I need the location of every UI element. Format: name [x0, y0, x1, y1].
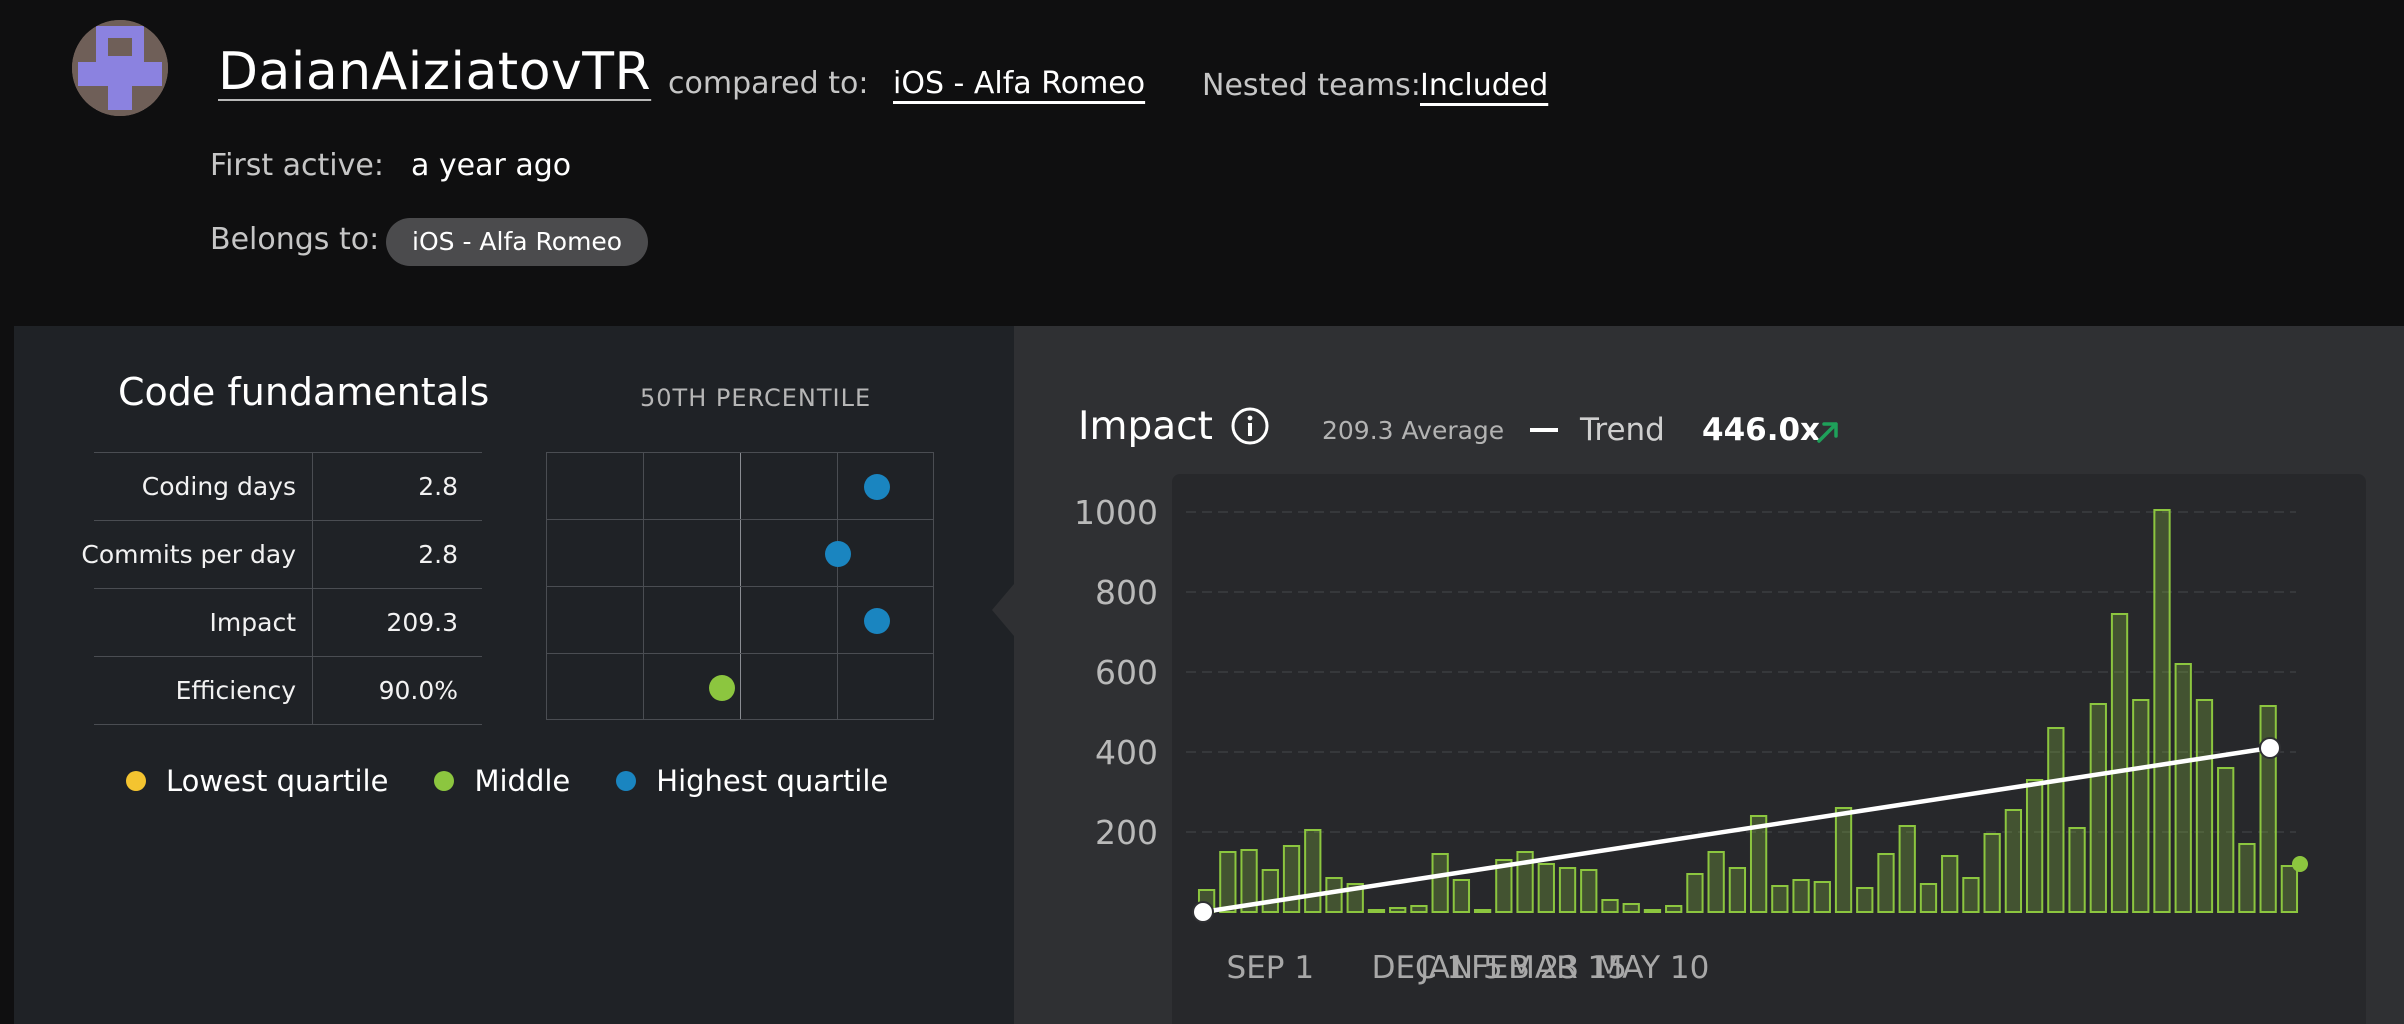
metric-name: Efficiency — [175, 676, 296, 705]
impact-plot-area — [1172, 474, 2366, 1024]
metric-value: 2.8 — [418, 472, 458, 501]
legend-dot-icon — [126, 771, 146, 791]
legend-label: Lowest quartile — [166, 764, 389, 798]
legend-label: Middle — [474, 764, 571, 798]
compared-to-link[interactable]: iOS - Alfa Romeo — [893, 66, 1145, 101]
legend-dot-icon — [616, 771, 637, 791]
percentile-dot — [863, 473, 890, 500]
trend-label: Trend — [1580, 412, 1665, 448]
metric-row: Coding days 2.8 — [94, 452, 482, 520]
percentile-grid — [546, 452, 934, 720]
avatar-pattern-icon — [72, 20, 168, 116]
trend-line-swatch — [1530, 428, 1558, 432]
belongs-to-label: Belongs to: — [210, 222, 380, 257]
trend-up-arrow-icon — [1817, 422, 1838, 443]
team-badge[interactable]: iOS - Alfa Romeo — [386, 218, 649, 266]
percentile-title: 50TH PERCENTILE — [640, 384, 872, 412]
percentile-dot — [863, 607, 890, 634]
metric-row: Efficiency 90.0% — [94, 656, 482, 725]
metric-name: Commits per day — [81, 540, 296, 569]
metrics-table: Coding days 2.8 Commits per day 2.8 Impa… — [81, 452, 482, 725]
impact-average: 209.3 Average — [1322, 416, 1505, 445]
legend-dot-icon — [434, 771, 455, 791]
info-icon[interactable] — [1230, 406, 1270, 446]
code-fundamentals-title: Code fundamentals — [118, 370, 490, 414]
metric-row: Commits per day 2.8 — [81, 520, 482, 588]
username-link[interactable]: DaianAiziatovTR — [218, 42, 651, 102]
compared-to-label: compared to: — [668, 66, 869, 101]
legend-label: Highest quartile — [656, 764, 889, 798]
nested-teams-link[interactable]: Included — [1420, 68, 1548, 103]
percentile-dot — [825, 540, 851, 567]
user-avatar — [72, 20, 168, 116]
legend-item-lowest: Lowest quartile — [126, 764, 388, 798]
metric-value: 2.8 — [418, 540, 458, 569]
metric-name: Impact — [209, 608, 296, 637]
quartile-legend: Lowest quartile Middle Highest quartile — [126, 764, 934, 798]
panel-pointer — [992, 584, 1014, 636]
nested-teams-label: Nested teams: — [1202, 68, 1421, 103]
metric-value: 209.3 — [386, 608, 458, 637]
metric-name: Coding days — [141, 472, 296, 501]
first-active-value: a year ago — [411, 148, 572, 183]
metric-value: 90.0% — [378, 676, 458, 705]
trend-value: 446.0x — [1702, 412, 1821, 448]
first-active-label: First active: — [210, 148, 384, 183]
impact-title: Impact — [1078, 404, 1213, 449]
legend-item-highest: Highest quartile — [616, 764, 888, 798]
legend-item-middle: Middle — [434, 764, 570, 798]
percentile-dot — [708, 674, 735, 701]
metric-row: Impact 209.3 — [94, 588, 482, 656]
